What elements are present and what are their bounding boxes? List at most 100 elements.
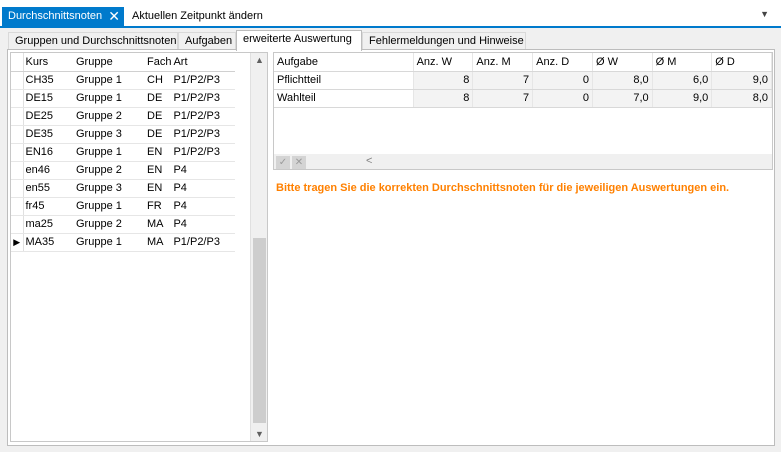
table-row[interactable]: fr45 Gruppe 1 FR P4 bbox=[11, 197, 236, 216]
cell-avg-w[interactable]: 8,0 bbox=[592, 71, 653, 90]
table-row[interactable]: DE25 Gruppe 2 DE P1/P2/P3 bbox=[11, 107, 236, 126]
cell-gruppe: Gruppe 1 bbox=[74, 71, 145, 90]
column-header-aufgabe[interactable]: Aufgabe bbox=[274, 53, 414, 72]
column-header-kurs[interactable]: Kurs bbox=[23, 53, 74, 72]
column-header-anz-m[interactable]: Anz. M bbox=[472, 53, 534, 72]
cancel-icon[interactable]: ✕ bbox=[292, 156, 306, 169]
scroll-left-icon[interactable]: < bbox=[366, 155, 372, 167]
cell-fach: CH bbox=[145, 71, 172, 90]
row-indicator-header bbox=[11, 53, 24, 72]
scrollbar-thumb[interactable] bbox=[253, 238, 266, 423]
cell-fach: DE bbox=[145, 107, 172, 126]
row-indicator bbox=[11, 215, 24, 234]
cell-fach: EN bbox=[145, 161, 172, 180]
column-header-art[interactable]: Art bbox=[171, 53, 236, 72]
cell-fach: DE bbox=[145, 89, 172, 108]
scroll-down-icon[interactable]: ▼ bbox=[255, 429, 264, 439]
cell-avg-m[interactable]: 9,0 bbox=[652, 89, 713, 108]
table-row[interactable]: en55 Gruppe 3 EN P4 bbox=[11, 179, 236, 198]
cell-kurs: en46 bbox=[23, 161, 74, 180]
cell-anz-w: 8 bbox=[413, 71, 474, 90]
tab-panel: Kurs Gruppe Fach Art CH35 Gruppe 1 CH P1… bbox=[7, 49, 775, 446]
cell-aufgabe: Pflichtteil bbox=[274, 71, 414, 90]
cell-art: P1/P2/P3 bbox=[171, 233, 236, 252]
cell-fach: FR bbox=[145, 197, 172, 216]
cell-art: P1/P2/P3 bbox=[171, 89, 236, 108]
cell-kurs: MA35 bbox=[23, 233, 74, 252]
cell-art: P1/P2/P3 bbox=[171, 71, 236, 90]
hint-message: Bitte tragen Sie die korrekten Durchschn… bbox=[276, 182, 730, 194]
row-indicator bbox=[11, 143, 24, 162]
vertical-scrollbar[interactable]: ▲ ▼ bbox=[250, 53, 267, 441]
table-row[interactable]: CH35 Gruppe 1 CH P1/P2/P3 bbox=[11, 71, 236, 90]
cell-kurs: CH35 bbox=[23, 71, 74, 90]
column-header-fach[interactable]: Fach bbox=[145, 53, 172, 72]
table-row[interactable]: DE35 Gruppe 3 DE P1/P2/P3 bbox=[11, 125, 236, 144]
row-indicator bbox=[11, 161, 24, 180]
cell-avg-w[interactable]: 7,0 bbox=[592, 89, 653, 108]
cell-avg-d[interactable]: 8,0 bbox=[711, 89, 772, 108]
close-icon[interactable]: ✕ bbox=[108, 8, 120, 25]
cell-gruppe: Gruppe 2 bbox=[74, 161, 145, 180]
table-row[interactable]: Wahlteil 8 7 0 7,0 9,0 8,0 bbox=[274, 89, 772, 108]
row-indicator bbox=[11, 125, 24, 144]
tab-gruppen-durchschnittsnoten[interactable]: Gruppen und Durchschnittsnoten bbox=[8, 32, 178, 50]
cell-art: P1/P2/P3 bbox=[171, 107, 236, 126]
evaluation-grid[interactable]: Aufgabe Anz. W Anz. M Anz. D Ø W Ø M Ø D… bbox=[273, 52, 773, 170]
cell-fach: MA bbox=[145, 233, 172, 252]
grid-footer-bar: ✓ ✕ < bbox=[274, 154, 772, 169]
column-header-anz-w[interactable]: Anz. W bbox=[413, 53, 474, 72]
table-row[interactable]: DE15 Gruppe 1 DE P1/P2/P3 bbox=[11, 89, 236, 108]
doc-tab-durchschnittsnoten[interactable]: Durchschnittsnoten ✕ bbox=[2, 7, 124, 26]
table-row[interactable]: ma25 Gruppe 2 MA P4 bbox=[11, 215, 236, 234]
cell-anz-d: 0 bbox=[532, 71, 593, 90]
column-header-avg-m[interactable]: Ø M bbox=[652, 53, 713, 72]
cell-gruppe: Gruppe 3 bbox=[74, 125, 145, 144]
row-indicator bbox=[11, 107, 24, 126]
check-icon[interactable]: ✓ bbox=[276, 156, 290, 169]
cell-kurs: DE35 bbox=[23, 125, 74, 144]
cell-kurs: DE15 bbox=[23, 89, 74, 108]
cell-gruppe: Gruppe 2 bbox=[74, 215, 145, 234]
tab-fehlermeldungen[interactable]: Fehlermeldungen und Hinweise bbox=[362, 32, 526, 50]
table-row[interactable]: EN16 Gruppe 1 EN P1/P2/P3 bbox=[11, 143, 236, 162]
cell-gruppe: Gruppe 1 bbox=[74, 89, 145, 108]
cell-avg-m[interactable]: 6,0 bbox=[652, 71, 713, 90]
cell-anz-m: 7 bbox=[472, 71, 534, 90]
doc-tab-zeitpunkt[interactable]: Aktuellen Zeitpunkt ändern bbox=[126, 7, 269, 26]
cell-art: P4 bbox=[171, 215, 236, 234]
tab-aufgaben[interactable]: Aufgaben bbox=[178, 32, 236, 50]
table-row[interactable]: Pflichtteil 8 7 0 8,0 6,0 9,0 bbox=[274, 71, 772, 90]
row-indicator bbox=[11, 179, 24, 198]
current-row-arrow-icon: ▶ bbox=[11, 233, 24, 252]
cell-avg-d[interactable]: 9,0 bbox=[711, 71, 772, 90]
cell-anz-d: 0 bbox=[532, 89, 593, 108]
column-header-gruppe[interactable]: Gruppe bbox=[74, 53, 145, 72]
cell-gruppe: Gruppe 1 bbox=[74, 143, 145, 162]
column-header-anz-d[interactable]: Anz. D bbox=[532, 53, 593, 72]
cell-gruppe: Gruppe 3 bbox=[74, 179, 145, 198]
cell-aufgabe: Wahlteil bbox=[274, 89, 414, 108]
grid-header-row: Aufgabe Anz. W Anz. M Anz. D Ø W Ø M Ø D bbox=[274, 53, 772, 72]
course-grid[interactable]: Kurs Gruppe Fach Art CH35 Gruppe 1 CH P1… bbox=[10, 52, 268, 442]
column-header-avg-w[interactable]: Ø W bbox=[592, 53, 653, 72]
column-header-avg-d[interactable]: Ø D bbox=[711, 53, 772, 72]
cell-kurs: ma25 bbox=[23, 215, 74, 234]
cell-gruppe: Gruppe 2 bbox=[74, 107, 145, 126]
cell-anz-w: 8 bbox=[413, 89, 474, 108]
chevron-down-icon[interactable]: ▼ bbox=[760, 9, 769, 19]
cell-gruppe: Gruppe 1 bbox=[74, 197, 145, 216]
cell-art: P1/P2/P3 bbox=[171, 125, 236, 144]
doc-tab-label: Durchschnittsnoten bbox=[8, 10, 103, 22]
scroll-up-icon[interactable]: ▲ bbox=[255, 55, 264, 65]
row-indicator bbox=[11, 197, 24, 216]
table-row-current[interactable]: ▶ MA35 Gruppe 1 MA P1/P2/P3 bbox=[11, 233, 236, 252]
row-indicator bbox=[11, 71, 24, 90]
cell-fach: MA bbox=[145, 215, 172, 234]
cell-art: P4 bbox=[171, 161, 236, 180]
table-row[interactable]: en46 Gruppe 2 EN P4 bbox=[11, 161, 236, 180]
cell-kurs: fr45 bbox=[23, 197, 74, 216]
tab-erweiterte-auswertung[interactable]: erweiterte Auswertung bbox=[236, 30, 362, 51]
cell-kurs: EN16 bbox=[23, 143, 74, 162]
cell-gruppe: Gruppe 1 bbox=[74, 233, 145, 252]
